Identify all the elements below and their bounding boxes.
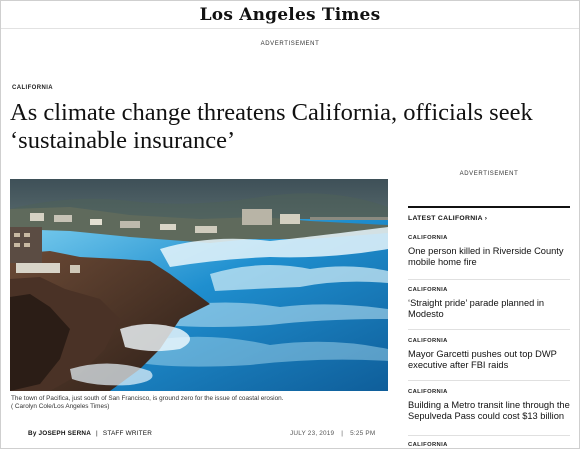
latest-california-heading[interactable]: LATEST CALIFORNIA ›: [408, 206, 570, 222]
photo-caption: The town of Pacifica, just south of San …: [11, 395, 389, 412]
item-category[interactable]: CALIFORNIA: [408, 338, 570, 344]
page-frame: Los Angeles Times ADVERTISEMENT CALIFORN…: [0, 0, 580, 449]
latest-heading-label: LATEST CALIFORNIA: [408, 215, 483, 222]
site-logo[interactable]: Los Angeles Times: [200, 5, 381, 25]
author-role: STAFF WRITER: [102, 430, 153, 437]
divider: [408, 279, 570, 280]
item-category[interactable]: CALIFORNIA: [408, 389, 570, 395]
photo-credit: ( Carolyn Cole/Los Angeles Times): [11, 403, 110, 411]
item-title[interactable]: Mayor Garcetti pushes out top DWP execut…: [408, 349, 570, 371]
item-title[interactable]: One person killed in Riverside County mo…: [408, 246, 570, 268]
advertisement-label-side: ADVERTISEMENT: [459, 171, 519, 177]
section-kicker[interactable]: CALIFORNIA: [12, 85, 53, 91]
advertisement-label-top: ADVERTISEMENT: [260, 41, 320, 47]
item-category[interactable]: CALIFORNIA: [408, 287, 570, 293]
sidebar: ADVERTISEMENT LATEST CALIFORNIA › CALIFO…: [408, 171, 570, 448]
chevron-right-icon: ›: [484, 215, 488, 222]
list-item[interactable]: CALIFORNIA ‘Straight pride’ parade plann…: [408, 287, 570, 320]
item-title[interactable]: Building a Metro transit line through th…: [408, 400, 570, 422]
item-category[interactable]: CALIFORNIA: [408, 235, 570, 241]
list-item[interactable]: CALIFORNIA Building a Metro transit line…: [408, 389, 570, 422]
publish-date: JULY 23, 2019: [290, 430, 335, 437]
caption-text: The town of Pacifica, just south of San …: [11, 395, 284, 402]
masthead: Los Angeles Times: [1, 1, 579, 29]
divider: [408, 380, 570, 381]
hero-photo[interactable]: [10, 179, 388, 391]
byline: By JOSEPH SERNA | STAFF WRITER: [28, 430, 152, 437]
byline-separator: |: [96, 430, 98, 437]
dateline: JULY 23, 2019 | 5:25 PM: [290, 430, 375, 437]
author-link[interactable]: By JOSEPH SERNA: [28, 430, 91, 437]
article-headline: As climate change threatens California, …: [10, 99, 533, 154]
list-item[interactable]: CALIFORNIA One person killed in Riversid…: [408, 235, 570, 268]
divider: [408, 435, 570, 436]
publish-time: 5:25 PM: [350, 430, 376, 437]
list-item[interactable]: CALIFORNIA: [408, 442, 570, 448]
date-separator: |: [341, 430, 344, 437]
item-title[interactable]: ‘Straight pride’ parade planned in Modes…: [408, 298, 570, 320]
list-item[interactable]: CALIFORNIA Mayor Garcetti pushes out top…: [408, 338, 570, 371]
divider: [408, 329, 570, 330]
coastal-photo-illustration: [10, 179, 388, 391]
item-category[interactable]: CALIFORNIA: [408, 442, 570, 448]
